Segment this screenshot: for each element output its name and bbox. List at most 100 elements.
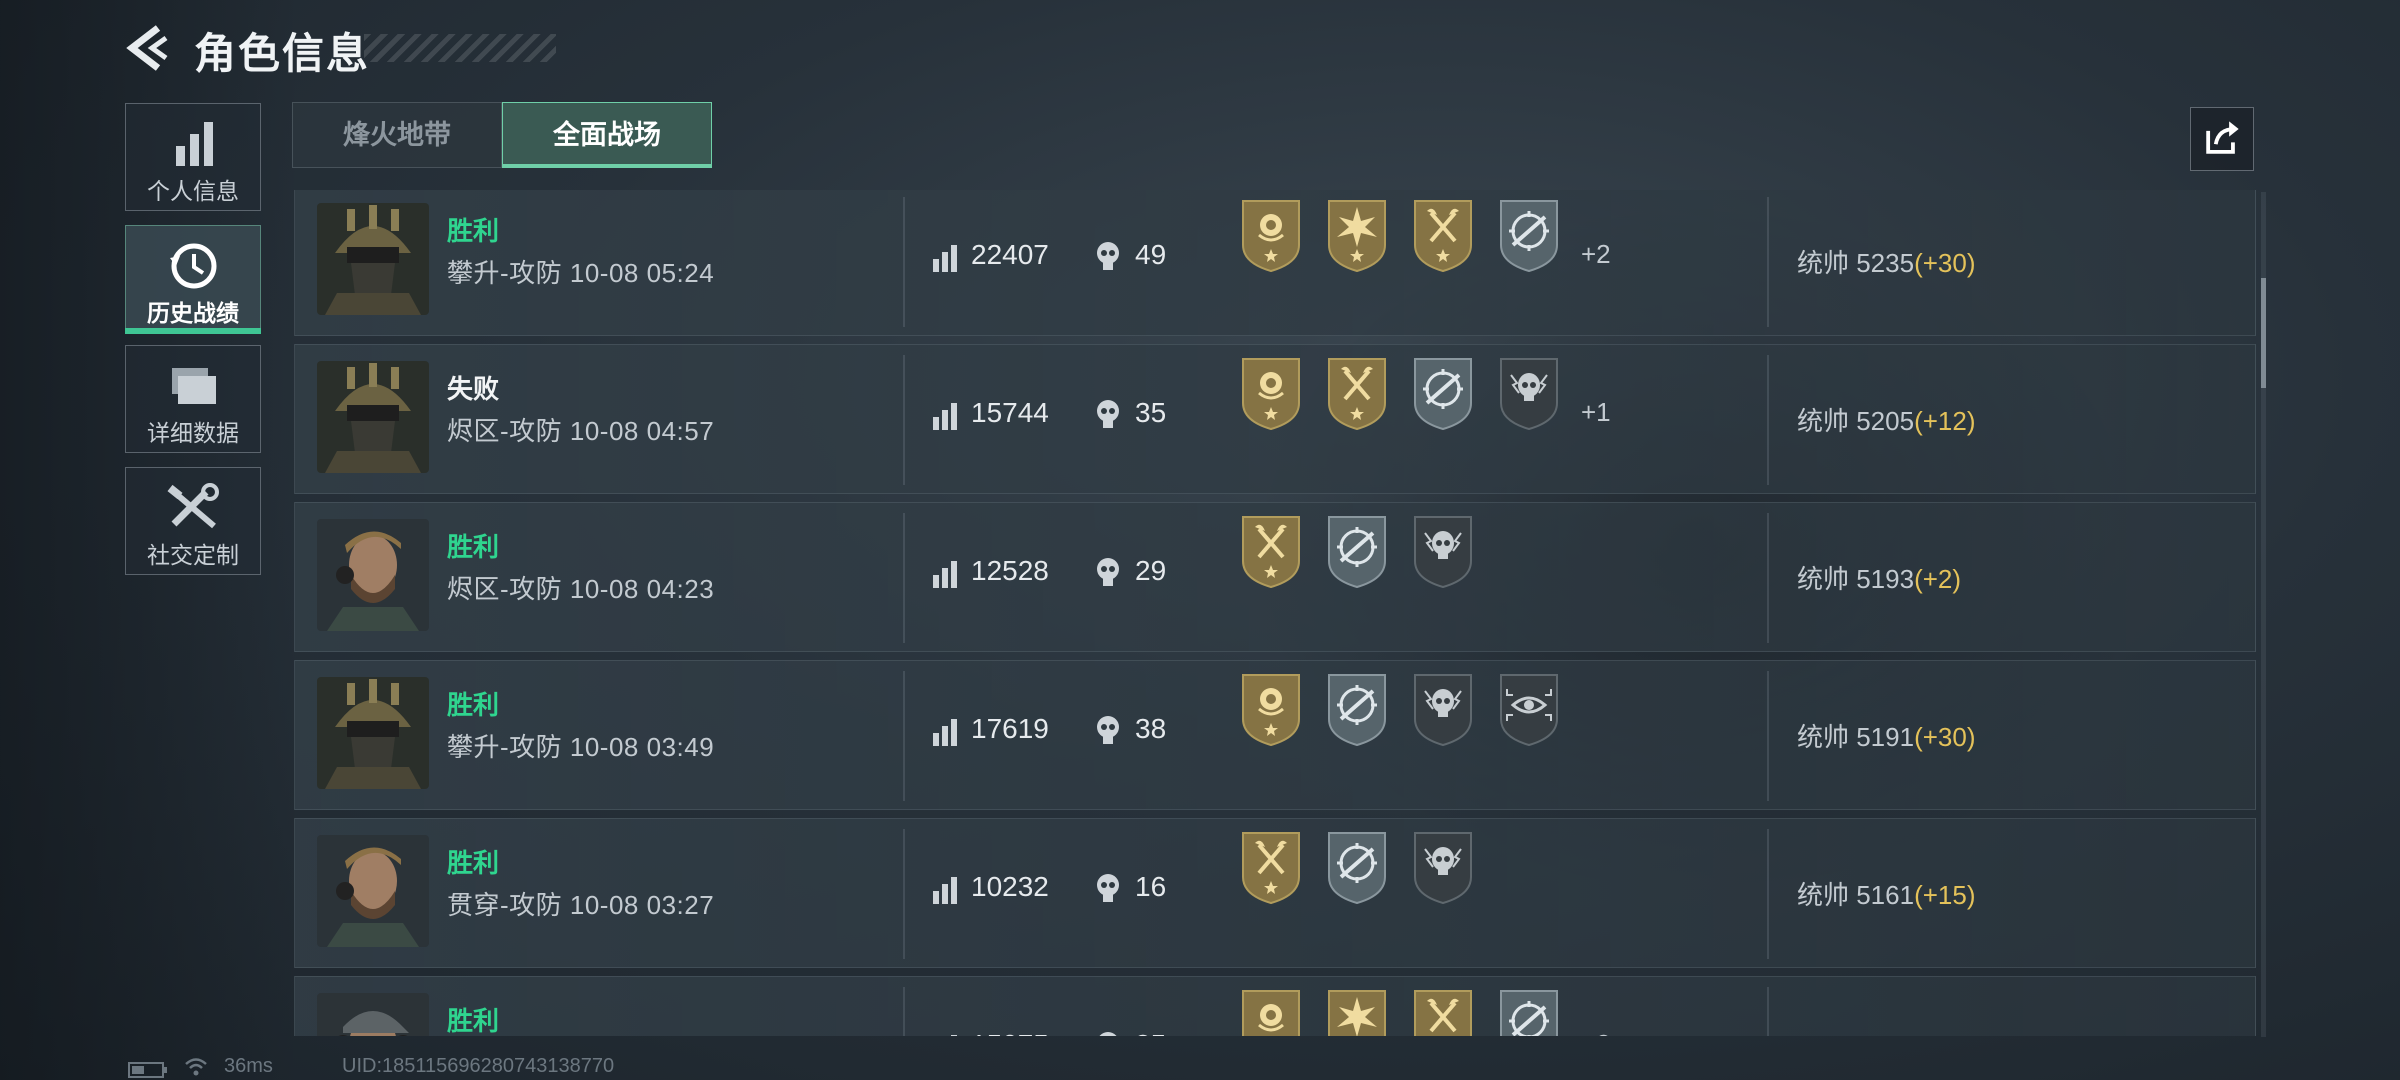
dark-skull-medal-icon[interactable] (1409, 829, 1477, 905)
rating-value: 统帅 5193 (1797, 564, 1915, 594)
battery-icon (128, 1062, 167, 1078)
gold-burst-medal-icon[interactable] (1323, 197, 1391, 273)
grey-gun-medal-icon[interactable] (1495, 987, 1563, 1036)
medal-list (1237, 671, 1563, 751)
gold-axe-medal-icon[interactable] (1323, 355, 1391, 431)
gold-rose-medal-icon[interactable] (1237, 355, 1305, 431)
match-result: 胜利 (447, 532, 500, 562)
match-row[interactable]: 胜利 烬区-攻防 10-08 04:23 12528 29 统帅 5193(+2) (294, 502, 2256, 652)
rating-value: 统帅 5235 (1797, 248, 1915, 278)
rank-rating: 统帅 5205(+12) (1797, 401, 1976, 438)
rating-delta: (+2) (1914, 564, 1962, 594)
rating-delta: (+30) (1914, 248, 1976, 278)
match-row[interactable]: 失败 烬区-攻防 10-08 04:57 15744 35 +1 统帅 5205(+12) (294, 344, 2256, 494)
share-button[interactable] (2190, 107, 2254, 171)
match-row[interactable]: 胜利攀升-攻防 10-08 02:571507535+2统帅 5146(+2) (294, 976, 2256, 1036)
row-divider (903, 197, 905, 327)
rating-delta: (+30) (1914, 722, 1976, 752)
match-row[interactable]: 胜利 贯穿-攻防 10-08 03:27 10232 16 统帅 5161(+15) (294, 818, 2256, 968)
grey-gun-medal-icon[interactable] (1323, 513, 1391, 589)
match-map-time: 贯穿-攻防 10-08 03:27 (447, 890, 715, 920)
tab-fenghuo-zone[interactable]: 烽火地带 (292, 102, 502, 168)
sidebar-item-personal-info[interactable]: 个人信息 (125, 103, 261, 211)
tab-full-battlefield[interactable]: 全面战场 (502, 102, 712, 168)
row-divider (903, 671, 905, 801)
row-divider (1767, 671, 1769, 801)
match-row[interactable]: 胜利攀升-攻防 10-08 05:24 22407 49 +2 统帅 5235(+30) (294, 190, 2256, 336)
row-divider (903, 355, 905, 485)
gold-axe-medal-icon[interactable] (1409, 197, 1477, 273)
grey-gun-medal-icon[interactable] (1409, 355, 1477, 431)
sidebar-item-detail-data[interactable]: 详细数据 (125, 345, 261, 453)
clock-history-icon (170, 243, 217, 289)
dark-skull-medal-icon[interactable] (1409, 513, 1477, 589)
skull-icon (1095, 873, 1121, 905)
dark-skull-medal-icon[interactable] (1409, 671, 1477, 747)
helmet-soldier-avatar (317, 677, 429, 789)
match-row[interactable]: 胜利 攀升-攻防 10-08 03:49 17619 38 统帅 5191(+30) (294, 660, 2256, 810)
skull-icon (1095, 1031, 1121, 1036)
medal-list (1237, 513, 1477, 593)
sidebar-item-label: 历史战绩 (147, 300, 239, 326)
gold-rose-medal-icon[interactable] (1237, 197, 1305, 273)
rating-value: 统帅 5205 (1797, 406, 1915, 436)
skull-icon (1095, 557, 1121, 589)
match-result: 失败 (447, 374, 500, 404)
rating-delta: (+12) (1914, 406, 1976, 436)
back-arrow-icon[interactable] (122, 22, 174, 74)
score-icon (931, 717, 959, 747)
row-divider (1767, 513, 1769, 643)
match-score: 22407 (971, 239, 1049, 270)
wifi-icon (185, 1058, 207, 1076)
match-kills: 35 (1135, 397, 1167, 428)
grey-gun-medal-icon[interactable] (1323, 829, 1391, 905)
sidebar-item-label: 社交定制 (147, 542, 239, 568)
helmet-soldier-avatar (317, 361, 429, 473)
score-icon (931, 401, 959, 431)
score-icon (931, 243, 959, 273)
bearded-soldier-avatar (317, 519, 429, 631)
score-icon (931, 1033, 959, 1036)
sidebar-item-social[interactable]: 社交定制 (125, 467, 261, 575)
match-history-list[interactable]: 胜利 攀升-攻防 10-08 05:24 22407 49 +2 统帅 5235(+30)… (292, 190, 2257, 1036)
score-icon (931, 559, 959, 589)
row-divider (1767, 987, 1769, 1036)
score-icon (931, 875, 959, 905)
page-title: 角色信息 (194, 30, 371, 77)
gold-rose-medal-icon[interactable] (1237, 671, 1305, 747)
match-score: 10232 (971, 871, 1049, 902)
grey-gun-medal-icon[interactable] (1495, 197, 1563, 273)
row-divider (903, 829, 905, 959)
rank-rating: 统帅 5193(+2) (1797, 559, 1961, 596)
gold-axe-medal-icon[interactable] (1237, 513, 1305, 589)
match-map-time: 烬区-攻防 10-08 04:57 (447, 416, 715, 446)
gold-burst-medal-icon[interactable] (1323, 987, 1391, 1036)
gold-rose-medal-icon[interactable] (1237, 987, 1305, 1036)
sidebar-item-history[interactable]: 历史战绩 (125, 225, 261, 334)
match-kills: 16 (1135, 871, 1167, 902)
dark-eye-medal-icon[interactable] (1495, 671, 1563, 747)
scrollbar-thumb[interactable] (2261, 278, 2266, 388)
share-icon (2206, 121, 2239, 154)
medal-list (1237, 355, 1563, 435)
dark-skull-medal-icon[interactable] (1495, 355, 1563, 431)
gold-axe-medal-icon[interactable] (1409, 987, 1477, 1036)
match-kills: 29 (1135, 555, 1167, 586)
match-kills: 49 (1135, 239, 1167, 270)
grey-gun-medal-icon[interactable] (1323, 671, 1391, 747)
match-map-time: 攀升-攻防 10-08 05:24 (447, 258, 715, 288)
match-score: 15075 (971, 1029, 1049, 1036)
row-divider (1767, 829, 1769, 959)
more-medals-count: +2 (1581, 1029, 1611, 1036)
rank-rating: 统帅 5161(+15) (1797, 875, 1976, 912)
rank-rating: 统帅 5146(+2) (1797, 1033, 1961, 1036)
bar-chart-icon (176, 122, 213, 166)
row-divider (903, 513, 905, 643)
title-decoration (364, 34, 556, 62)
skull-icon (1095, 241, 1121, 273)
skull-icon (1095, 715, 1121, 747)
gold-axe-medal-icon[interactable] (1237, 829, 1305, 905)
match-result: 胜利 (447, 216, 500, 246)
rank-rating: 统帅 5235(+30) (1797, 243, 1976, 280)
more-medals-count: +2 (1581, 239, 1611, 269)
